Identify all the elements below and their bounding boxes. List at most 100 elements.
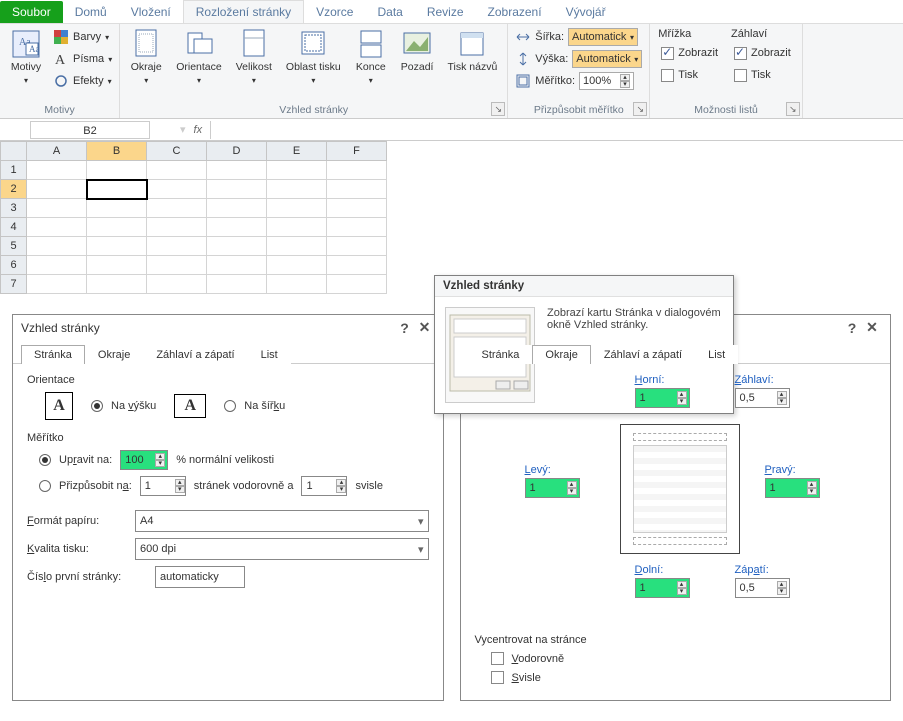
quality-label: Kvalita tisku: [27,543,127,555]
colors-button[interactable]: Barvy▾ [50,26,115,48]
row-header[interactable]: 6 [1,256,27,275]
quality-combo[interactable]: 600 dpi▾ [135,538,429,560]
headings-print[interactable]: Tisk [731,64,794,86]
tab-page[interactable]: Stránka [21,345,85,364]
name-box[interactable]: B2 [30,121,150,139]
row-header[interactable]: 2 [1,180,27,199]
close-button[interactable]: ✕ [415,319,435,336]
tooltip-title: Vzhled stránky [435,276,733,297]
col-header[interactable]: F [327,142,387,161]
effects-icon [53,73,69,89]
paper-combo[interactable]: A4▾ [135,510,429,532]
col-header[interactable]: E [267,142,327,161]
col-header[interactable]: D [207,142,267,161]
center-vert-checkbox[interactable] [491,671,504,684]
printarea-button[interactable]: Oblast tisku▾ [280,26,347,87]
width-value[interactable]: Automatick▾ [568,28,638,46]
row-header[interactable]: 1 [1,161,27,180]
select-all-corner[interactable] [1,142,27,161]
help-button[interactable]: ? [842,320,862,336]
help-button[interactable]: ? [395,320,415,336]
radio-portrait[interactable]: Na výšku [91,400,156,412]
col-header[interactable]: B [87,142,147,161]
headings-view[interactable]: Zobrazit [731,42,794,64]
tab-headerfooter[interactable]: Záhlaví a zápatí [143,345,247,364]
row-header[interactable]: 4 [1,218,27,237]
scale-icon [515,73,531,89]
bottom-label: Dolní: [635,564,690,576]
height-value[interactable]: Automatick▾ [572,50,642,68]
tab-data[interactable]: Data [365,1,414,23]
tab-sheet[interactable]: List [695,345,738,364]
header-spin[interactable]: 0,5▴▾ [735,388,790,408]
adjust-value[interactable]: 100▴▾ [120,450,168,470]
group-themes-label: Motivy [4,102,115,118]
scaling-label: Měřítko [27,432,429,444]
themes-button[interactable]: AaAa Motivy ▾ [4,26,48,87]
dialog-pagesetup-page: Vzhled stránky ? ✕ Stránka Okraje Záhlav… [12,314,444,701]
gridlines-print[interactable]: Tisk [658,64,721,86]
fit-width[interactable]: 1▴▾ [140,476,186,496]
pagesetup-dialog-launcher[interactable] [491,102,505,116]
width-icon [515,29,531,45]
right-spin[interactable]: 1▴▾ [765,478,820,498]
svg-text:A: A [55,53,66,67]
gridlines-header: Mřížka [658,26,721,42]
scale-value[interactable]: 100%▴▾ [579,72,634,90]
effects-button[interactable]: Efekty▾ [50,70,115,92]
radio-fit[interactable] [39,480,51,492]
fx-icon[interactable]: fx [186,124,211,136]
col-header[interactable]: A [27,142,87,161]
paper-label: Formát papíru: [27,515,127,527]
tab-sheet[interactable]: List [248,345,291,364]
close-button[interactable]: ✕ [862,319,882,336]
gridlines-view[interactable]: Zobrazit [658,42,721,64]
tab-formulas[interactable]: Vzorce [304,1,365,23]
footer-spin[interactable]: 0,5▴▾ [735,578,790,598]
sheetopts-dialog-launcher[interactable] [786,102,800,116]
tab-margins[interactable]: Okraje [85,345,143,364]
row-header[interactable]: 5 [1,237,27,256]
tab-page[interactable]: Stránka [469,345,533,364]
top-spin[interactable]: 1▴▾ [635,388,690,408]
tab-headerfooter[interactable]: Záhlaví a zápatí [591,345,695,364]
tab-view[interactable]: Zobrazení [476,1,554,23]
spreadsheet-grid[interactable]: A B C D E F 1 2 3 4 5 6 7 [0,141,387,294]
group-pagesetup-label: Vzhled stránky [124,102,503,118]
breaks-button[interactable]: Konce▾ [349,26,393,87]
radio-adjust[interactable] [39,454,51,466]
tab-margins[interactable]: Okraje [532,345,590,364]
height-icon [515,51,531,67]
printtitles-button[interactable]: Tisk názvů [441,26,503,76]
orientation-button[interactable]: Orientace▾ [170,26,228,87]
bottom-spin[interactable]: 1▴▾ [635,578,690,598]
right-label: Pravý: [765,464,820,476]
left-spin[interactable]: 1▴▾ [525,478,580,498]
tab-pagelayout[interactable]: Rozložení stránky [183,0,304,23]
tab-file[interactable]: Soubor [0,1,63,23]
active-cell[interactable] [87,180,147,199]
firstpage-input[interactable]: automaticky [155,566,245,588]
formula-input[interactable] [210,121,903,139]
tab-insert[interactable]: Vložení [119,1,183,23]
scale-dialog-launcher[interactable] [633,102,647,116]
center-horiz-checkbox[interactable] [491,652,504,665]
fonts-button[interactable]: A Písma▾ [50,48,115,70]
margins-diagram [620,424,740,554]
size-button[interactable]: Velikost▾ [230,26,278,87]
tab-developer[interactable]: Vývojář [554,1,618,23]
row-header[interactable]: 7 [1,275,27,294]
tab-review[interactable]: Revize [415,1,476,23]
headings-header: Záhlaví [731,26,794,42]
radio-landscape[interactable]: Na šířku [224,400,285,412]
margins-button[interactable]: Okraje▾ [124,26,168,87]
group-sheetoptions-label: Možnosti listů [654,102,798,118]
background-button[interactable]: Pozadí [395,26,440,76]
margins-icon [130,28,162,60]
row-header[interactable]: 3 [1,199,27,218]
tab-home[interactable]: Domů [63,1,119,23]
printarea-icon [297,28,329,60]
col-header[interactable]: C [147,142,207,161]
fit-height[interactable]: 1▴▾ [301,476,347,496]
breaks-icon [355,28,387,60]
